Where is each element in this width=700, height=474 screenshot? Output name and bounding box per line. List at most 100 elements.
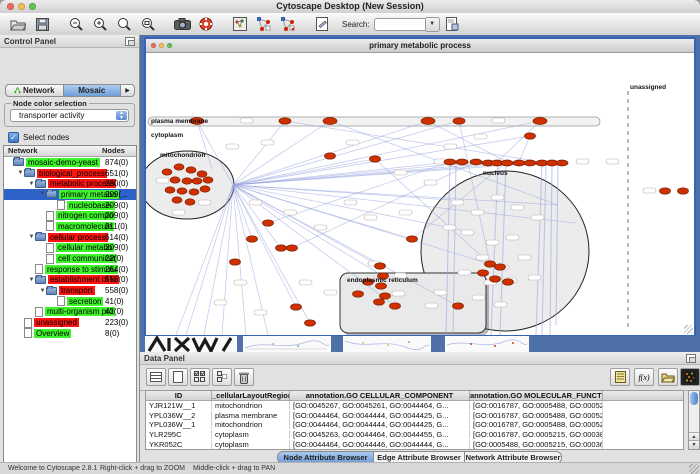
expand-arrow-icon[interactable]: ▼	[39, 288, 46, 294]
new-attribute-icon[interactable]	[168, 368, 188, 386]
node-label-pill	[576, 159, 589, 164]
network-canvas[interactable]: plasma membranecytoplasmmitochondrionnuc…	[146, 53, 694, 335]
tree-row[interactable]: cell communicat22(0)	[4, 253, 136, 264]
table-scrollbar[interactable]: ▲ ▼	[688, 390, 700, 450]
gene-node	[375, 263, 386, 269]
layout-undirected-icon[interactable]	[253, 15, 275, 33]
search-input[interactable]	[374, 18, 426, 31]
select-all-icon[interactable]	[146, 368, 166, 386]
float-panel-icon[interactable]	[125, 37, 135, 46]
tree-row[interactable]: nucleobase-209(0)	[4, 200, 136, 211]
zoom-window-button[interactable]	[29, 3, 36, 10]
node-color-combobox[interactable]: transporter activity ▲▼	[10, 109, 129, 122]
node-label-pill	[234, 280, 247, 285]
tree-row[interactable]: ▼transport558(0)	[4, 285, 136, 296]
table-row[interactable]: YKR052Ccytoplasm[GO:0044464, GO:0044446,…	[146, 439, 683, 449]
gene-node	[678, 188, 689, 194]
table-row[interactable]: YPL036W__1mitochondrion[GO:0044464, GO:0…	[146, 420, 683, 430]
table-row[interactable]: YLR295Ccytoplasm[GO:0045263, GO:0044464,…	[146, 430, 683, 440]
select-nodes-checkbox[interactable]: ✓	[8, 132, 19, 143]
tree-row[interactable]: ▼primary metabo209(...	[4, 189, 136, 200]
gene-node	[189, 189, 199, 195]
view-resize-grip[interactable]	[684, 325, 693, 334]
zoom-fit-icon[interactable]	[137, 15, 159, 33]
expand-arrow-icon[interactable]: ▼	[17, 170, 24, 176]
tree-row[interactable]: ▼establishment of lo558(0)	[4, 275, 136, 286]
tree-row[interactable]: ▼biological_process651(0)	[4, 168, 136, 179]
import-attributes-icon[interactable]	[658, 368, 678, 386]
tab-mosaic[interactable]: Mosaic	[63, 84, 122, 97]
tree-row[interactable]: response to stimulu264(0)	[4, 264, 136, 275]
node-label-pill	[198, 200, 211, 205]
table-row[interactable]: YJR121W__1mitochondrion[GO:0045267, GO:0…	[146, 401, 683, 411]
tab-scroll-right-button[interactable]: ▶	[121, 84, 135, 97]
tree-row[interactable]: nitrogen compo209(0)	[4, 210, 136, 221]
open-session-icon[interactable]	[7, 15, 29, 33]
tree-row[interactable]: mosaic-demo-yeast874(0)	[4, 157, 136, 168]
column-header[interactable]: _cellularLayoutRegion	[212, 391, 290, 400]
zoom-selected-icon[interactable]	[113, 15, 135, 33]
tree-row[interactable]: ▼cellular process614(0)	[4, 232, 136, 243]
node-label-pill	[531, 215, 544, 220]
node-label-pill	[424, 180, 437, 185]
close-window-button[interactable]	[7, 3, 14, 10]
scroll-down-button[interactable]: ▼	[689, 440, 699, 449]
gene-node	[174, 164, 184, 170]
zoom-out-icon[interactable]	[65, 15, 87, 33]
close-view-button[interactable]	[151, 43, 156, 48]
tree-row[interactable]: ▼metabolic process280(0)	[4, 178, 136, 189]
save-session-icon[interactable]	[31, 15, 53, 33]
tree-row[interactable]: multi-organism pro42(0)	[4, 307, 136, 318]
float-panel-icon[interactable]	[686, 354, 696, 363]
network-file-icon	[35, 264, 43, 274]
node-label-pill	[492, 118, 505, 123]
network-tree: mosaic-demo-yeast874(0)▼biological_proce…	[4, 157, 136, 339]
expand-arrow-icon[interactable]: ▼	[28, 277, 35, 283]
gene-node	[470, 159, 482, 165]
scrollbar-thumb[interactable]	[690, 392, 698, 405]
tree-item-node-count: 41(0)	[105, 297, 124, 306]
tree-row[interactable]: unassigned223(0)	[4, 317, 136, 328]
column-header[interactable]: ID	[146, 391, 212, 400]
expand-arrow-icon[interactable]: ▼	[39, 191, 46, 197]
select-attributes-icon[interactable]	[190, 368, 210, 386]
annotation-icon[interactable]	[311, 15, 333, 33]
search-dropdown-button[interactable]: ▼	[426, 17, 440, 32]
tree-item-node-count: 209(0)	[105, 201, 128, 210]
network-view-titlebar[interactable]: primary metabolic process	[146, 39, 694, 53]
minimize-window-button[interactable]	[18, 3, 25, 10]
minimize-view-button[interactable]	[159, 43, 164, 48]
zoom-view-button[interactable]	[167, 43, 172, 48]
window-resize-grip[interactable]	[689, 464, 699, 474]
network-file-icon	[46, 211, 54, 221]
import-network-icon[interactable]	[441, 15, 463, 33]
tree-row[interactable]: secretion41(0)	[4, 296, 136, 307]
tree-column-nodes: Nodes	[102, 146, 136, 156]
gene-node	[172, 197, 182, 203]
tab-network[interactable]: Network	[5, 84, 63, 97]
network-file-icon	[24, 318, 32, 328]
node-label-pill	[172, 210, 185, 215]
layout-directed-icon[interactable]	[277, 15, 299, 33]
tree-row[interactable]: macromolecule311(0)	[4, 221, 136, 232]
delete-attribute-icon[interactable]	[234, 368, 254, 386]
expand-arrow-icon[interactable]: ▼	[28, 234, 35, 240]
table-row[interactable]: YDR039C__1mitochondrion[GO:0044464, GO:0…	[146, 449, 683, 450]
function-builder-icon[interactable]: f(x)	[634, 368, 654, 386]
snapshot-camera-icon[interactable]	[171, 15, 193, 33]
attribute-matrix-icon[interactable]	[680, 368, 700, 386]
column-header[interactable]: annotation.GO CELLULAR_COMPONENT	[290, 391, 470, 400]
vizmapper-icon[interactable]	[229, 15, 251, 33]
tree-row[interactable]: Overview8(0)	[4, 328, 136, 339]
help-lifering-icon[interactable]	[195, 15, 217, 33]
zoom-in-icon[interactable]	[89, 15, 111, 33]
expand-arrow-icon[interactable]: ▼	[28, 181, 35, 187]
edge	[497, 121, 540, 162]
attribute-editor-icon[interactable]	[610, 368, 630, 386]
tree-row[interactable]: cellular metabo209(0)	[4, 243, 136, 254]
unselect-attributes-icon[interactable]	[212, 368, 232, 386]
attribute-table[interactable]: ID_cellularLayoutRegionannotation.GO CEL…	[145, 390, 684, 450]
column-header[interactable]: annotation.GO MOLECULAR_FUNCTION	[470, 391, 603, 400]
table-row[interactable]: YPL036W__2plasma membrane[GO:0044464, GO…	[146, 411, 683, 421]
tree-item-node-count: 209(0)	[105, 211, 128, 220]
